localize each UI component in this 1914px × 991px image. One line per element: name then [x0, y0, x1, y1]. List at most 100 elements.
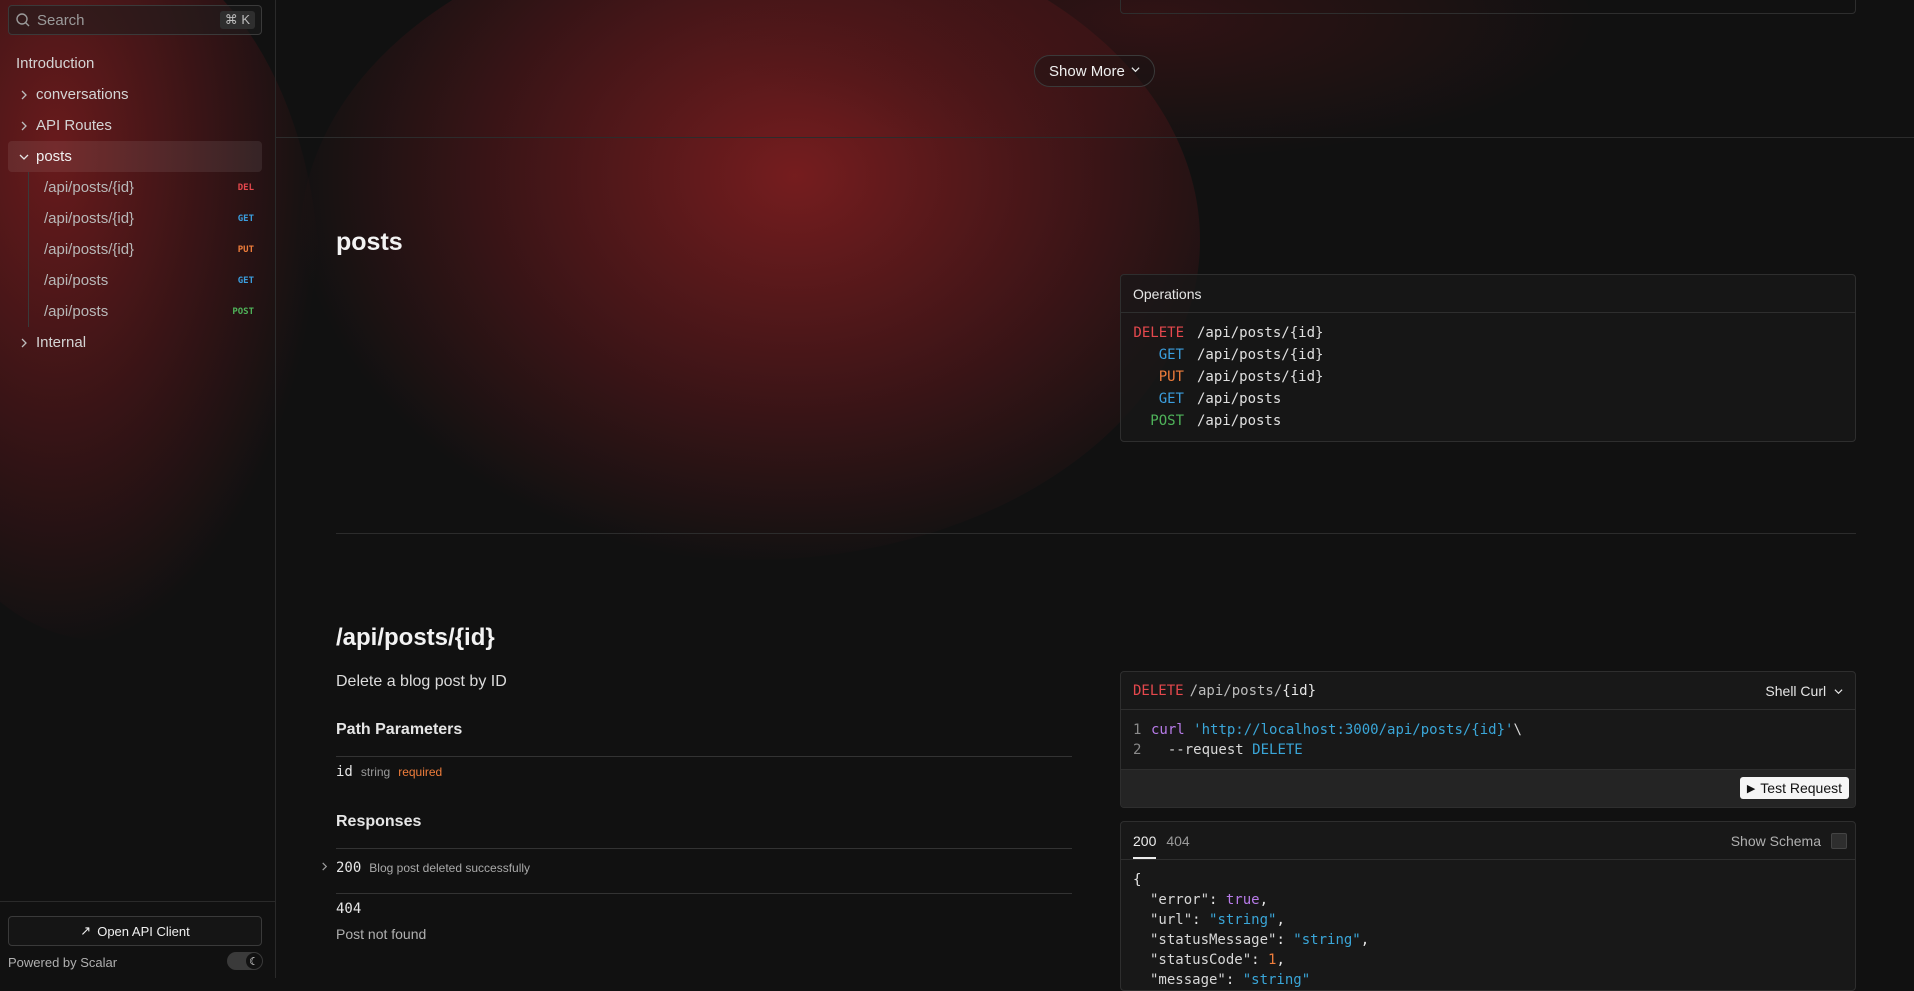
test-request-button[interactable]: ▶ Test Request: [1739, 777, 1849, 799]
show-schema-checkbox[interactable]: [1831, 832, 1847, 849]
path-parameters-heading: Path Parameters: [336, 721, 463, 738]
json-key: "statusMessage": [1150, 932, 1277, 948]
divider: [336, 756, 1072, 757]
show-more-button[interactable]: Show More: [1034, 55, 1155, 87]
open-api-client-button[interactable]: ↗ Open API Client: [8, 916, 262, 946]
show-more-label: Show More: [1049, 62, 1125, 80]
json-value: "string": [1293, 932, 1361, 948]
code-command: curl: [1151, 722, 1185, 738]
sidebar-item-label: /api/posts: [44, 303, 109, 320]
code-line: 2 --request DELETE: [1121, 740, 1855, 760]
sidebar-item-label: /api/posts/{id}: [44, 179, 135, 196]
json-key: "url": [1150, 912, 1193, 928]
sidebar-item-label: /api/posts: [44, 272, 109, 289]
tab-200[interactable]: 200: [1133, 822, 1157, 859]
divider: [336, 848, 1072, 849]
sidebar: Search ⌘ K Introduction conversations AP…: [0, 0, 276, 978]
sidebar-item-label: posts: [36, 148, 72, 165]
language-label: Shell Curl: [1765, 682, 1827, 699]
sidebar-item-create-post[interactable]: /api/posts POST: [29, 296, 262, 327]
sidebar-item-api-routes[interactable]: API Routes: [8, 110, 262, 141]
chevron-down-icon: [16, 149, 32, 165]
search-icon: [16, 13, 30, 27]
json-value: "string": [1209, 912, 1277, 928]
response-row-200[interactable]: 200 Blog post deleted successfully: [320, 860, 530, 876]
sidebar-item-list-posts[interactable]: /api/posts GET: [29, 265, 262, 296]
line-number: 2: [1133, 742, 1142, 758]
json-open-brace: {: [1133, 872, 1142, 888]
json-line: "statusMessage": "string",: [1150, 932, 1370, 948]
sidebar-item-get-post[interactable]: /api/posts/{id} GET: [29, 203, 262, 234]
json-line: "message": "string": [1150, 972, 1311, 988]
sidebar-nav: Introduction conversations API Routes po…: [8, 48, 262, 358]
response-code: 200: [336, 860, 362, 876]
language-select[interactable]: Shell Curl: [1765, 683, 1843, 699]
method-badge: DEL: [237, 182, 254, 193]
json-value: true: [1225, 892, 1260, 908]
sidebar-item-posts[interactable]: posts: [8, 141, 262, 172]
json-value: 1: [1268, 952, 1277, 968]
play-icon: ▶: [1746, 782, 1756, 795]
section-title: posts: [336, 228, 403, 256]
method-badge: GET: [237, 213, 254, 224]
sidebar-item-label: /api/posts/{id}: [44, 210, 135, 227]
json-key: "statusCode": [1150, 952, 1252, 968]
operation-row[interactable]: PUT /api/posts/{id}: [1121, 366, 1855, 388]
request-path-param: {id}: [1282, 682, 1317, 699]
json-key: "message": [1150, 972, 1226, 988]
sidebar-item-introduction[interactable]: Introduction: [8, 48, 262, 79]
chevron-down-icon: [1131, 65, 1140, 77]
request-method: DELETE: [1133, 682, 1184, 699]
operation-row[interactable]: DELETE /api/posts/{id}: [1121, 322, 1855, 344]
dark-mode-toggle[interactable]: ☾: [227, 952, 263, 970]
sidebar-item-put-post[interactable]: /api/posts/{id} PUT: [29, 234, 262, 265]
search-shortcut: ⌘ K: [219, 11, 255, 29]
sidebar-item-internal[interactable]: Internal: [8, 327, 262, 358]
divider: [276, 137, 1914, 138]
operation-method: GET: [1158, 347, 1184, 363]
method-badge: PUT: [237, 244, 254, 255]
operation-method: POST: [1150, 413, 1184, 429]
operation-method: PUT: [1158, 369, 1184, 385]
previous-card: [1120, 0, 1856, 14]
method-badge: GET: [237, 275, 254, 286]
external-arrow-icon: ↗: [80, 923, 92, 938]
json-key: "error": [1150, 892, 1210, 908]
request-example-card: DELETE/api/posts/{id} Shell Curl 1 curl …: [1120, 671, 1856, 808]
chevron-down-icon: [1834, 688, 1843, 694]
response-tabs: 200 404 Show Schema: [1121, 822, 1855, 860]
operation-row[interactable]: GET /api/posts: [1121, 388, 1855, 410]
operation-row[interactable]: POST /api/posts: [1121, 410, 1855, 432]
json-line: "statusCode": 1,: [1150, 952, 1285, 968]
operations-list: DELETE /api/posts/{id} GET /api/posts/{i…: [1121, 313, 1855, 432]
test-request-label: Test Request: [1760, 780, 1842, 796]
chevron-right-icon: [16, 87, 32, 103]
moon-icon: ☾: [246, 953, 262, 969]
show-schema-toggle[interactable]: Show Schema: [1731, 822, 1847, 859]
posts-subnav: /api/posts/{id} DEL /api/posts/{id} GET …: [28, 172, 262, 327]
sidebar-item-label: conversations: [36, 86, 129, 103]
sidebar-footer: ↗ Open API Client Powered by Scalar ☾: [0, 901, 275, 978]
request-path-prefix: /api/posts/: [1189, 682, 1283, 699]
request-footer: ▶ Test Request: [1121, 769, 1855, 807]
param-type: string: [360, 765, 391, 779]
search-input[interactable]: Search ⌘ K: [8, 5, 262, 35]
code-line: 1 curl 'http://localhost:3000/api/posts/…: [1121, 720, 1855, 740]
operation-method: GET: [1158, 391, 1184, 407]
powered-by-text: Powered by Scalar: [8, 955, 118, 970]
sidebar-item-conversations[interactable]: conversations: [8, 79, 262, 110]
code-continuation: \: [1513, 722, 1522, 738]
main-content: Show More posts Operations DELETE /api/p…: [276, 0, 1914, 991]
operation-path: /api/posts/{id}: [1197, 347, 1324, 363]
operation-row[interactable]: GET /api/posts/{id}: [1121, 344, 1855, 366]
tab-404[interactable]: 404: [1166, 822, 1189, 859]
code-flag: --request: [1151, 742, 1244, 758]
request-path: /api/posts/{id}: [1190, 683, 1316, 699]
operation-path: /api/posts: [1197, 413, 1282, 429]
request-header: DELETE/api/posts/{id} Shell Curl: [1121, 672, 1855, 710]
divider: [336, 533, 1856, 534]
json-line: "error": true,: [1150, 892, 1269, 908]
operations-card: Operations DELETE /api/posts/{id} GET /a…: [1120, 274, 1856, 442]
response-example-card: 200 404 Show Schema { "error": true, "ur…: [1120, 821, 1856, 991]
sidebar-item-delete-post[interactable]: /api/posts/{id} DEL: [29, 172, 262, 203]
